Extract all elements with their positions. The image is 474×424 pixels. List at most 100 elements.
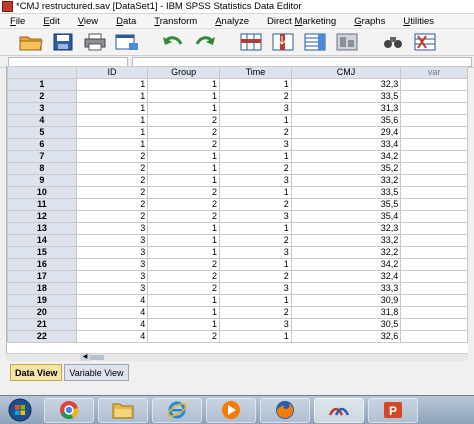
- cell-var[interactable]: [400, 114, 468, 127]
- row-number-cell[interactable]: 1: [7, 78, 77, 91]
- table-row[interactable]: 16 3 2 1 34,2: [7, 258, 468, 271]
- cell-id[interactable]: 3: [75, 246, 149, 259]
- cell-cmj[interactable]: 34,2: [290, 258, 402, 271]
- cell-group[interactable]: 2: [147, 186, 221, 199]
- row-number-cell[interactable]: 8: [7, 162, 77, 175]
- cell-var[interactable]: [400, 246, 468, 259]
- cell-group[interactable]: 2: [147, 126, 221, 139]
- cell-time[interactable]: 1: [219, 258, 292, 271]
- cell-group[interactable]: 2: [147, 330, 221, 343]
- scroll-left-arrow-icon[interactable]: ◀: [80, 354, 90, 361]
- cell-id[interactable]: 2: [75, 174, 149, 187]
- cell-time[interactable]: 3: [219, 282, 292, 295]
- cell-time[interactable]: 2: [219, 234, 292, 247]
- cell-time[interactable]: 1: [219, 330, 292, 343]
- cell-id[interactable]: 2: [75, 162, 149, 175]
- row-number-cell[interactable]: 5: [7, 126, 77, 139]
- cell-cmj[interactable]: 32,3: [290, 78, 402, 91]
- firefox-icon[interactable]: [260, 397, 310, 423]
- goto-case-icon[interactable]: [238, 31, 264, 53]
- table-row[interactable]: 2 1 1 2 33,5: [7, 90, 468, 103]
- cell-time[interactable]: 1: [219, 150, 292, 163]
- cell-time[interactable]: 3: [219, 174, 292, 187]
- save-icon[interactable]: [50, 31, 76, 53]
- cell-id[interactable]: 2: [75, 198, 149, 211]
- cell-group[interactable]: 2: [147, 114, 221, 127]
- menu-view[interactable]: View: [68, 16, 106, 27]
- cell-var[interactable]: [400, 270, 468, 283]
- cell-id[interactable]: 3: [75, 270, 149, 283]
- chrome-icon[interactable]: [44, 397, 94, 423]
- cell-var[interactable]: [400, 330, 468, 343]
- cell-var[interactable]: [400, 198, 468, 211]
- menu-graphs[interactable]: Graphs: [344, 16, 393, 27]
- internet-explorer-icon[interactable]: [152, 397, 202, 423]
- cell-var[interactable]: [400, 138, 468, 151]
- row-number-header[interactable]: [7, 66, 77, 79]
- cell-id[interactable]: 1: [75, 126, 149, 139]
- row-number-cell[interactable]: 7: [7, 150, 77, 163]
- cell-group[interactable]: 1: [147, 174, 221, 187]
- cell-group[interactable]: 1: [147, 222, 221, 235]
- cell-time[interactable]: 1: [219, 114, 292, 127]
- cell-var[interactable]: [400, 282, 468, 295]
- menu-direct-marketing[interactable]: Direct Marketing: [257, 16, 344, 27]
- table-row[interactable]: 15 3 1 3 32,2: [7, 246, 468, 259]
- cell-id[interactable]: 4: [75, 306, 149, 319]
- menu-transform[interactable]: Transform: [144, 16, 205, 27]
- row-number-cell[interactable]: 3: [7, 102, 77, 115]
- table-row[interactable]: 6 1 2 3 33,4: [7, 138, 468, 151]
- cell-cmj[interactable]: 32,2: [290, 246, 402, 259]
- cell-time[interactable]: 2: [219, 198, 292, 211]
- find-icon[interactable]: [380, 31, 406, 53]
- table-row[interactable]: 22 4 2 1 32,6: [7, 330, 468, 343]
- cell-cmj[interactable]: 31,8: [290, 306, 402, 319]
- cell-cmj[interactable]: 32,4: [290, 270, 402, 283]
- row-number-cell[interactable]: 15: [7, 246, 77, 259]
- cell-group[interactable]: 2: [147, 282, 221, 295]
- insert-cases-icon[interactable]: [412, 31, 438, 53]
- table-row[interactable]: 11 2 2 2 35,5: [7, 198, 468, 211]
- cell-cmj[interactable]: 29,4: [290, 126, 402, 139]
- cell-var[interactable]: [400, 162, 468, 175]
- cell-time[interactable]: 3: [219, 102, 292, 115]
- table-row[interactable]: 18 3 2 3 33,3: [7, 282, 468, 295]
- horizontal-scrollbar[interactable]: ◀: [6, 353, 468, 361]
- cell-id[interactable]: 3: [75, 258, 149, 271]
- row-number-cell[interactable]: 22: [7, 330, 77, 343]
- cell-cmj[interactable]: 35,4: [290, 210, 402, 223]
- start-orb-icon[interactable]: [0, 397, 40, 424]
- table-row[interactable]: 3 1 1 3 31,3: [7, 102, 468, 115]
- cell-var[interactable]: [400, 102, 468, 115]
- row-number-cell[interactable]: 19: [7, 294, 77, 307]
- cell-id[interactable]: 3: [75, 222, 149, 235]
- cell-cmj[interactable]: 33,4: [290, 138, 402, 151]
- row-number-cell[interactable]: 13: [7, 222, 77, 235]
- cell-group[interactable]: 2: [147, 210, 221, 223]
- row-number-cell[interactable]: 18: [7, 282, 77, 295]
- row-number-cell[interactable]: 10: [7, 186, 77, 199]
- cell-cmj[interactable]: 33,2: [290, 174, 402, 187]
- media-player-icon[interactable]: [206, 397, 256, 423]
- cell-id[interactable]: 4: [75, 330, 149, 343]
- cell-group[interactable]: 1: [147, 150, 221, 163]
- cell-id[interactable]: 2: [75, 150, 149, 163]
- table-row[interactable]: 17 3 2 2 32,4: [7, 270, 468, 283]
- cell-var[interactable]: [400, 258, 468, 271]
- cell-id[interactable]: 1: [75, 114, 149, 127]
- cell-time[interactable]: 2: [219, 162, 292, 175]
- cell-id[interactable]: 2: [75, 186, 149, 199]
- powerpoint-icon[interactable]: P: [368, 397, 418, 423]
- cell-var[interactable]: [400, 174, 468, 187]
- table-row[interactable]: 20 4 1 2 31,8: [7, 306, 468, 319]
- table-row[interactable]: 10 2 2 1 33,5: [7, 186, 468, 199]
- cell-group[interactable]: 1: [147, 306, 221, 319]
- cell-cmj[interactable]: 33,2: [290, 234, 402, 247]
- cell-group[interactable]: 2: [147, 138, 221, 151]
- cell-group[interactable]: 1: [147, 90, 221, 103]
- cell-time[interactable]: 3: [219, 246, 292, 259]
- cell-var[interactable]: [400, 222, 468, 235]
- cell-var[interactable]: [400, 294, 468, 307]
- cell-id[interactable]: 1: [75, 90, 149, 103]
- cell-group[interactable]: 1: [147, 234, 221, 247]
